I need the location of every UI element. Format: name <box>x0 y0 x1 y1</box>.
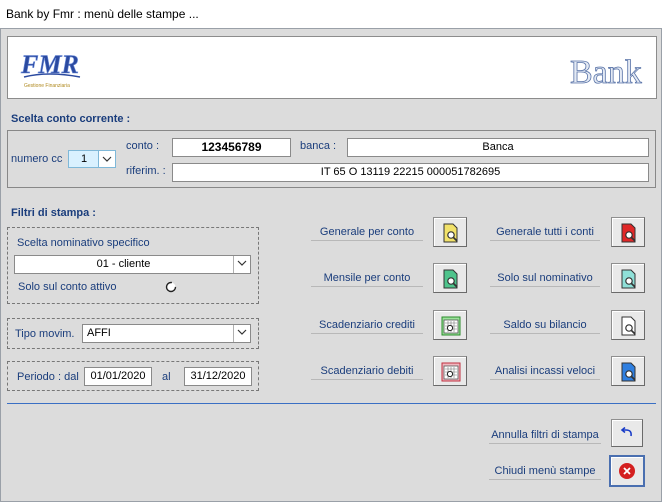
numero-cc-dropdown[interactable] <box>98 151 115 167</box>
nominativo-group: Scelta nominativo specifico 01 - cliente… <box>7 227 259 304</box>
saldo-bilancio-icon-button[interactable] <box>611 310 645 340</box>
riferim-field[interactable]: IT 65 O 13119 22215 000051782695 <box>172 163 649 182</box>
undo-icon <box>620 427 632 437</box>
nominativo-label: Scelta nominativo specifico <box>17 237 150 249</box>
close-icon <box>619 463 635 479</box>
periodo-al-field[interactable]: 31/12/2020 <box>184 367 252 386</box>
annulla-filtri-button[interactable]: Annulla filtri di stampa <box>489 429 601 444</box>
conto-label: conto : <box>126 140 160 152</box>
nominativo-value: 01 - cliente <box>96 258 151 270</box>
nominativo-combo[interactable]: 01 - cliente <box>14 255 251 274</box>
periodo-dal-field[interactable]: 01/01/2020 <box>84 367 152 386</box>
tipo-movim-dropdown[interactable] <box>233 325 250 342</box>
report-preview-white-icon <box>621 316 636 336</box>
generale-per-conto-button[interactable]: Generale per conto <box>311 226 423 241</box>
solo-attivo-radio[interactable] <box>165 281 177 293</box>
periodo-dal-label: Periodo : dal <box>17 371 79 383</box>
calendar-credit-icon <box>441 316 461 336</box>
window-title: Bank by Fmr : menù delle stampe ... <box>6 7 199 21</box>
analisi-incassi-icon-button[interactable] <box>611 356 645 386</box>
numero-cc-label: numero cc <box>11 153 63 165</box>
title-bar: Bank by Fmr : menù delle stampe ... <box>0 0 662 28</box>
numero-cc-combo[interactable]: 1 <box>68 150 116 168</box>
report-preview-yellow-icon <box>443 223 458 243</box>
saldo-bilancio-button[interactable]: Saldo su bilancio <box>490 319 600 334</box>
periodo-group: Periodo : dal 01/01/2020 al 31/12/2020 <box>7 361 259 391</box>
generale-tutti-conti-icon-button[interactable] <box>611 217 645 247</box>
scadenziario-debiti-icon-button[interactable] <box>433 356 467 386</box>
footer-separator <box>7 403 656 404</box>
tipo-movim-label: Tipo movim. <box>15 328 75 340</box>
header-logo-panel: FMR Gestione Finanziaria Bank <box>7 36 657 99</box>
chevron-down-icon <box>237 260 247 266</box>
banca-field[interactable]: Banca <box>347 138 649 157</box>
chevron-down-icon <box>237 329 247 335</box>
chevron-down-icon <box>102 156 112 162</box>
conto-field[interactable]: 123456789 <box>172 138 291 157</box>
solo-attivo-label: Solo sul conto attivo <box>18 281 117 293</box>
scadenziario-crediti-button[interactable]: Scadenziario crediti <box>311 319 423 334</box>
report-preview-teal-icon <box>621 269 636 289</box>
generale-per-conto-icon-button[interactable] <box>433 217 467 247</box>
chiudi-menu-icon-button[interactable] <box>609 455 645 487</box>
report-preview-green-icon <box>443 269 458 289</box>
generale-tutti-conti-button[interactable]: Generale tutti i conti <box>490 226 600 241</box>
calendar-debit-icon <box>441 362 461 382</box>
numero-cc-value: 1 <box>81 153 88 165</box>
chiudi-menu-button[interactable]: Chiudi menù stampe <box>489 465 601 480</box>
periodo-al-label: al <box>162 371 171 383</box>
print-menu-form: FMR Gestione Finanziaria Bank Scelta con… <box>0 28 662 502</box>
conto-group: numero cc 1 conto : 123456789 banca : Ba… <box>7 130 656 188</box>
mensile-per-conto-button[interactable]: Mensile per conto <box>311 272 423 287</box>
mensile-per-conto-icon-button[interactable] <box>433 263 467 293</box>
tipo-movim-group: Tipo movim. AFFI <box>7 318 259 349</box>
scadenziario-crediti-icon-button[interactable] <box>433 310 467 340</box>
report-preview-blue-icon <box>621 362 636 382</box>
solo-nominativo-icon-button[interactable] <box>611 263 645 293</box>
bank-logo-text: Bank <box>570 54 642 91</box>
riferim-label: riferim. : <box>126 165 166 177</box>
filtri-section-title: Filtri di stampa : <box>11 207 96 219</box>
report-preview-red-icon <box>621 223 636 243</box>
tipo-movim-value: AFFI <box>87 327 111 339</box>
solo-nominativo-button[interactable]: Solo sul nominativo <box>490 272 600 287</box>
bank-logo: Bank <box>570 54 643 92</box>
nominativo-dropdown[interactable] <box>233 256 250 273</box>
banca-label: banca : <box>300 140 337 152</box>
scadenziario-debiti-button[interactable]: Scadenziario debiti <box>311 365 423 380</box>
fmr-logo: FMR Gestione Finanziaria <box>20 50 81 89</box>
fmr-logo-subtext: Gestione Finanziaria <box>24 83 70 89</box>
tipo-movim-combo[interactable]: AFFI <box>82 324 251 343</box>
analisi-incassi-button[interactable]: Analisi incassi veloci <box>490 365 600 380</box>
annulla-filtri-icon-button[interactable] <box>611 419 643 447</box>
conto-section-title: Scelta conto corrente : <box>11 113 131 125</box>
